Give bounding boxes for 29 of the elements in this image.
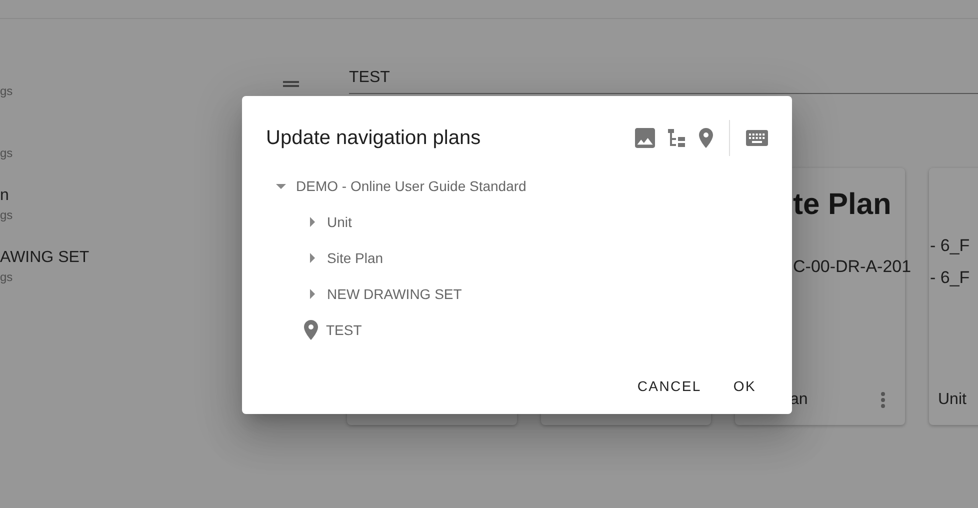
caret-down-icon[interactable] <box>276 184 286 188</box>
tree-item[interactable]: DEMO - Online User Guide Standard <box>296 178 526 194</box>
sidebar-item-subtitle: gs <box>0 208 14 222</box>
tree-item[interactable]: Unit <box>327 214 352 230</box>
card-footer: Unit <box>938 391 966 409</box>
card-text: - 6_F <box>930 235 970 257</box>
dialog-title: Update navigation plans <box>266 126 482 150</box>
card-text: - 6_F <box>930 267 970 289</box>
location-pin-icon <box>304 320 318 340</box>
plan-card[interactable]: - 6_F - 6_F Unit <box>929 168 978 425</box>
sidebar-item-subtitle: gs <box>0 146 14 160</box>
card-title: te Plan <box>793 188 892 223</box>
dialog-button[interactable]: CANCEL <box>625 370 714 402</box>
caret-right-icon[interactable] <box>310 217 315 227</box>
location-pin-icon[interactable] <box>699 128 713 148</box>
keyboard-icon[interactable] <box>746 130 768 146</box>
sidebar-item-subtitle: gs <box>0 270 14 284</box>
image-icon[interactable] <box>635 128 655 148</box>
tree-item[interactable]: Site Plan <box>327 250 384 266</box>
sidebar-item-subtitle: gs <box>0 84 14 98</box>
drag-handle-icon[interactable] <box>283 81 299 87</box>
tree-item[interactable]: TEST <box>326 322 362 338</box>
caret-right-icon[interactable] <box>310 289 315 299</box>
card-text: C-00-DR-A-201 <box>793 256 912 278</box>
caret-right-icon[interactable] <box>310 253 315 263</box>
tree-item[interactable]: NEW DRAWING SET <box>327 286 462 302</box>
name-field[interactable]: TEST <box>349 62 978 94</box>
more-icon[interactable] <box>881 392 885 408</box>
tree-icon[interactable] <box>667 128 687 148</box>
